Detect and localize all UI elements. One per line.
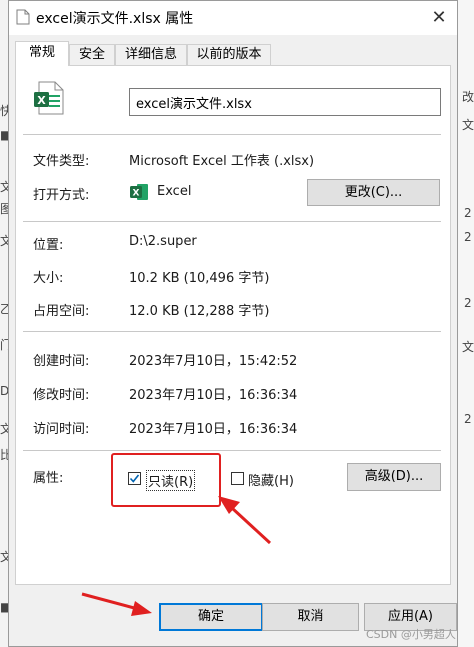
watermark-text: CSDN @小男超人 — [366, 628, 456, 641]
tab-general[interactable]: 常规 — [15, 41, 69, 66]
svg-text:X: X — [133, 189, 140, 199]
disk-size-value: 12.0 KB (12,288 字节) — [129, 304, 270, 319]
background-text: 文 — [462, 118, 474, 132]
ok-button[interactable]: 确定 — [159, 603, 263, 631]
document-icon — [16, 9, 30, 25]
background-text: 2 — [464, 296, 472, 310]
svg-text:X: X — [37, 94, 46, 107]
close-button[interactable]: ✕ — [423, 3, 455, 33]
background-text: 文 — [462, 340, 474, 354]
open-with-app-name: Excel — [157, 184, 192, 199]
disk-size-label: 占用空间: — [33, 304, 90, 319]
size-value: 10.2 KB (10,496 字节) — [129, 271, 270, 286]
divider — [23, 331, 441, 332]
tab-details[interactable]: 详细信息 — [115, 44, 187, 65]
divider — [23, 221, 441, 222]
tab-previous-versions[interactable]: 以前的版本 — [187, 44, 271, 65]
modified-value: 2023年7月10日，16:36:34 — [129, 388, 298, 403]
background-text: 2 — [464, 412, 472, 426]
size-label: 大小: — [33, 271, 64, 286]
highlight-annotation-box — [111, 453, 221, 507]
location-value: D:\2.super — [129, 234, 197, 249]
attributes-label: 属性: — [33, 471, 64, 486]
accessed-value: 2023年7月10日，16:36:34 — [129, 422, 298, 437]
change-button[interactable]: 更改(C)... — [307, 179, 440, 206]
general-tab-panel — [15, 65, 451, 585]
location-label: 位置: — [33, 238, 64, 253]
accessed-label: 访问时间: — [33, 422, 90, 437]
open-with-label: 打开方式: — [33, 188, 90, 203]
excel-app-icon: X — [130, 184, 148, 200]
created-value: 2023年7月10日，15:42:52 — [129, 354, 298, 369]
advanced-button[interactable]: 高级(D)... — [347, 463, 441, 491]
file-name-input[interactable] — [129, 88, 441, 116]
title-bar: excel演示文件.xlsx 属性 ✕ — [9, 1, 457, 35]
file-type-label: 文件类型: — [33, 154, 90, 169]
background-text: 2 — [464, 206, 472, 220]
hidden-checkbox-label[interactable]: 隐藏(H) — [248, 470, 294, 489]
properties-dialog: excel演示文件.xlsx 属性 ✕ 常规 安全 详细信息 以前的版本 X 文… — [8, 0, 458, 647]
modified-label: 修改时间: — [33, 388, 90, 403]
file-type-value: Microsoft Excel 工作表 (.xlsx) — [129, 154, 315, 169]
excel-file-icon: X — [34, 81, 64, 115]
divider — [23, 134, 441, 135]
cancel-button[interactable]: 取消 — [262, 603, 359, 631]
tab-security[interactable]: 安全 — [69, 44, 115, 65]
created-label: 创建时间: — [33, 354, 90, 369]
background-text: 2 — [464, 230, 472, 244]
background-text: 改 — [462, 90, 474, 104]
hidden-checkbox[interactable] — [231, 472, 244, 485]
divider — [23, 450, 441, 451]
window-title: excel演示文件.xlsx 属性 — [36, 11, 194, 27]
